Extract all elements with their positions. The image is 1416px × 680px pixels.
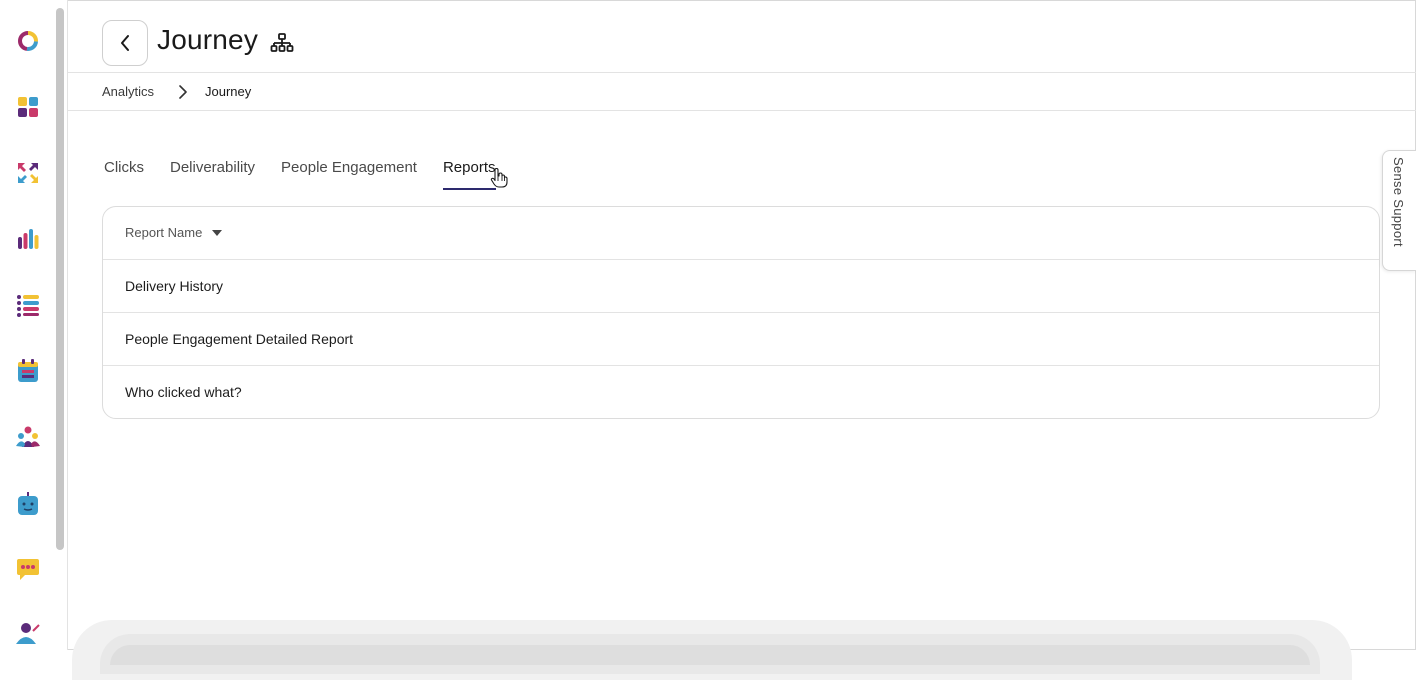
report-name[interactable]: Delivery History	[125, 278, 223, 294]
hand-pointer-cursor-icon	[490, 168, 508, 188]
lists-icon[interactable]	[16, 293, 40, 317]
report-name[interactable]: People Engagement Detailed Report	[125, 331, 353, 347]
breadcrumb: Analytics Journey	[68, 73, 1416, 111]
table-header: Report Name	[103, 207, 1379, 260]
integrations-icon[interactable]	[16, 161, 40, 185]
sort-caret-down-icon	[212, 230, 222, 236]
support-tab-label: Sense Support	[1391, 157, 1406, 247]
page-title: Journey	[157, 24, 258, 56]
table-row[interactable]: Delivery History	[103, 260, 1379, 313]
calendar-icon[interactable]	[16, 359, 40, 383]
chevron-right-icon	[178, 85, 188, 99]
breadcrumb-journey: Journey	[205, 84, 251, 99]
chevron-left-icon	[119, 34, 131, 52]
sidebar-scrollbar[interactable]	[56, 8, 64, 550]
tab-clicks[interactable]: Clicks	[104, 159, 144, 191]
analytics-icon[interactable]	[16, 227, 40, 251]
page-header: Journey	[68, 0, 1416, 73]
reports-table: Report Name Delivery History People Enga…	[102, 206, 1380, 419]
profile-icon[interactable]	[16, 622, 40, 646]
journey-hierarchy-icon	[270, 33, 294, 53]
tab-deliverability[interactable]: Deliverability	[170, 159, 255, 191]
report-name[interactable]: Who clicked what?	[125, 384, 242, 400]
sense-support-tab[interactable]: Sense Support	[1382, 150, 1416, 271]
dashboard-icon[interactable]	[16, 95, 40, 119]
report-name-column-header[interactable]: Report Name	[125, 225, 222, 240]
tab-people-engagement[interactable]: People Engagement	[281, 159, 417, 191]
table-row[interactable]: People Engagement Detailed Report	[103, 313, 1379, 366]
analytics-tabs: Clicks Deliverability People Engagement …	[104, 159, 496, 191]
table-row[interactable]: Who clicked what?	[103, 366, 1379, 419]
logo-icon[interactable]	[16, 29, 40, 53]
tab-reports[interactable]: Reports	[443, 159, 496, 191]
bottom-panel-edge-inner-2	[110, 645, 1310, 665]
sidebar	[0, 0, 68, 650]
bot-icon[interactable]	[16, 492, 40, 516]
messages-icon[interactable]	[16, 558, 40, 582]
breadcrumb-analytics[interactable]: Analytics	[102, 84, 154, 99]
back-button[interactable]	[102, 20, 148, 66]
audience-icon[interactable]	[16, 425, 40, 449]
column-header-label: Report Name	[125, 225, 202, 240]
